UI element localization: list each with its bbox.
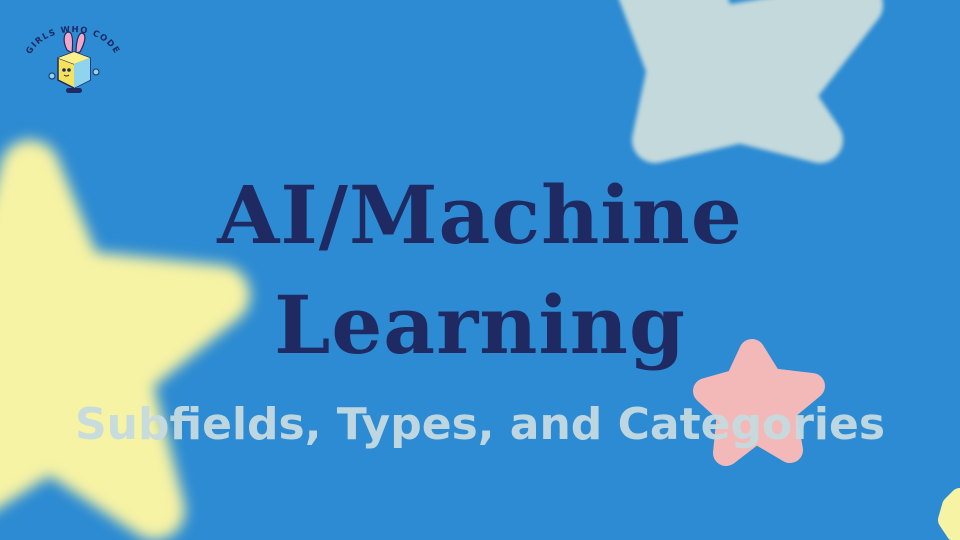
title-line-1: AI/Machine xyxy=(217,168,743,262)
girls-who-code-logo-icon: GIRLS WHO CODE xyxy=(24,26,120,93)
title-slide: GIRLS WHO CODE AI/Machine Learning Subfi… xyxy=(0,0,960,540)
slide-subtitle: Subfields, Types, and Categories xyxy=(74,399,886,450)
grey-star-icon xyxy=(619,0,883,163)
slide-title: AI/Machine Learning xyxy=(0,160,960,380)
yellow-star-corner-icon xyxy=(938,488,960,540)
title-line-2: Learning xyxy=(274,278,686,372)
